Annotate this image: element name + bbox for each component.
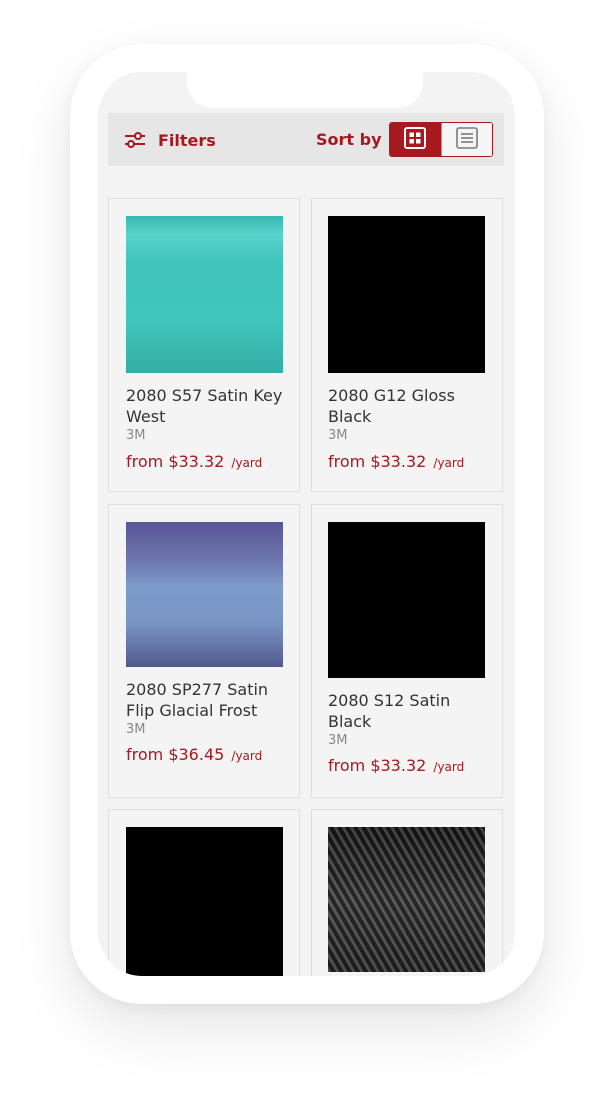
product-card[interactable] [311, 809, 503, 976]
product-swatch-black [328, 522, 485, 678]
app-screen: Filters Sort by 2080 S57 Satin Key West … [98, 72, 515, 976]
product-swatch-black [126, 827, 283, 976]
product-price: from $33.32 /yard [328, 756, 464, 775]
price-unit: /yard [433, 760, 465, 774]
product-price: from $36.45 /yard [126, 745, 262, 764]
product-card[interactable]: 2080 S12 Satin Black 3M from $33.32 /yar… [311, 504, 503, 798]
price-amount: from $33.32 [328, 452, 427, 471]
sort-by-button[interactable]: Sort by [316, 130, 382, 149]
toolbar: Filters Sort by [108, 113, 504, 166]
price-unit: /yard [231, 749, 263, 763]
phone-notch [187, 72, 423, 108]
filters-label: Filters [158, 130, 216, 150]
product-card[interactable] [108, 809, 300, 976]
price-amount: from $33.32 [328, 756, 427, 775]
product-swatch-black [328, 216, 485, 373]
list-view-button[interactable] [440, 123, 492, 156]
product-swatch-carbon-fiber [328, 827, 485, 972]
product-card[interactable]: 2080 G12 Gloss Black 3M from $33.32 /yar… [311, 198, 503, 492]
product-price: from $33.32 /yard [328, 452, 464, 471]
price-amount: from $33.32 [126, 452, 225, 471]
product-swatch-teal-satin [126, 216, 283, 373]
sliders-icon [124, 132, 146, 148]
product-price: from $33.32 /yard [126, 452, 262, 471]
product-brand: 3M [328, 428, 348, 443]
list-view-icon [455, 126, 478, 153]
product-brand: 3M [126, 722, 146, 737]
product-title: 2080 S57 Satin Key West [126, 386, 283, 426]
product-card[interactable]: 2080 SP277 Satin Flip Glacial Frost 3M f… [108, 504, 300, 798]
product-brand: 3M [328, 733, 348, 748]
price-unit: /yard [433, 456, 465, 470]
product-title: 2080 SP277 Satin Flip Glacial Frost [126, 680, 269, 720]
product-brand: 3M [126, 428, 146, 443]
grid-view-icon [404, 126, 427, 153]
product-swatch-blue-purple-flip [126, 522, 283, 667]
product-card[interactable]: 2080 S57 Satin Key West 3M from $33.32 /… [108, 198, 300, 492]
product-title: 2080 S12 Satin Black [328, 691, 451, 731]
price-amount: from $36.45 [126, 745, 225, 764]
view-toggle [389, 122, 493, 157]
price-unit: /yard [231, 456, 263, 470]
filters-button[interactable]: Filters [124, 125, 216, 155]
product-title: 2080 G12 Gloss Black [328, 386, 455, 426]
grid-view-button[interactable] [390, 123, 441, 156]
